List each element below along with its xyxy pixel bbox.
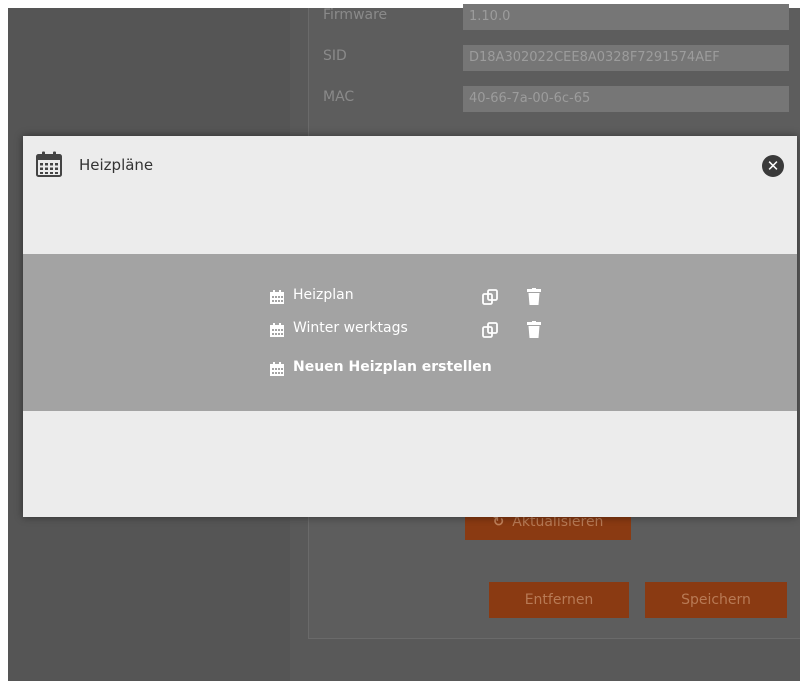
mac-field[interactable]: 40-66-7a-00-6c-65: [463, 86, 789, 112]
remove-button[interactable]: Entfernen: [489, 582, 629, 618]
plan-name-link[interactable]: Heizplan: [293, 287, 354, 303]
calendar-icon: [35, 150, 63, 182]
modal-header: Heizpläne ✕: [23, 136, 797, 196]
modal-title: Heizpläne: [79, 156, 154, 174]
firmware-field[interactable]: 1.10.0: [463, 4, 789, 30]
copy-icon[interactable]: [481, 288, 499, 310]
sid-label: SID: [323, 48, 347, 64]
copy-icon[interactable]: [481, 321, 499, 343]
firmware-label: Firmware: [323, 7, 388, 23]
firmware-row: Firmware 1.10.0: [323, 4, 793, 30]
trash-icon[interactable]: [527, 288, 541, 310]
mac-row: MAC 40-66-7a-00-6c-65: [323, 86, 793, 112]
calendar-icon: [269, 289, 285, 309]
heating-plans-modal: Heizpläne ✕ Heizplan Winter werktags Neu…: [23, 136, 797, 517]
save-button[interactable]: Speichern: [645, 582, 787, 618]
plans-list: Heizplan Winter werktags Neuen Heizplan …: [23, 254, 797, 411]
trash-icon[interactable]: [527, 321, 541, 343]
sid-field[interactable]: D18A302022CEE8A0328F7291574AEF: [463, 45, 789, 71]
close-icon[interactable]: ✕: [762, 155, 784, 177]
plan-name-link[interactable]: Winter werktags: [293, 320, 408, 336]
create-plan-link[interactable]: Neuen Heizplan erstellen: [293, 359, 492, 375]
calendar-icon: [269, 361, 285, 381]
mac-label: MAC: [323, 89, 355, 105]
calendar-icon: [269, 322, 285, 342]
sid-row: SID D18A302022CEE8A0328F7291574AEF: [323, 45, 793, 71]
